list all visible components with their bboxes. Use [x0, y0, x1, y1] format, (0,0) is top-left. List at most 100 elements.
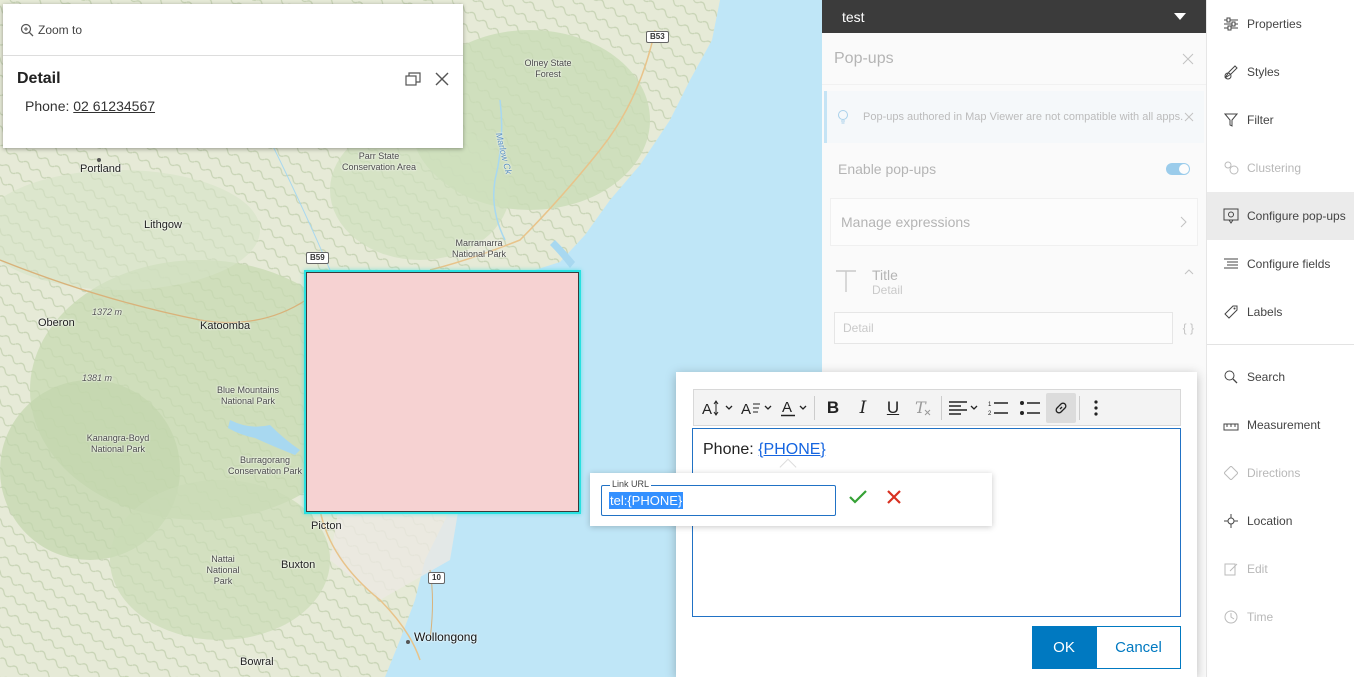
editor-text: Phone:: [703, 441, 754, 458]
zoom-to-label: Zoom to: [38, 22, 83, 37]
chevron-down-icon: [799, 405, 807, 410]
editor-link[interactable]: {PHONE}: [758, 441, 826, 458]
popup-config-icon: [1223, 208, 1239, 224]
svg-text:1: 1: [988, 402, 992, 408]
title-input[interactable]: Detail: [834, 312, 1173, 344]
place-elevation-1381: 1381 m: [82, 373, 113, 383]
rich-text-toolbar: A A A B I U T 12: [693, 389, 1181, 426]
font-size-icon: A: [702, 399, 719, 416]
selected-polygon-feature[interactable]: [306, 272, 579, 512]
font-color-button[interactable]: A: [776, 393, 811, 423]
svg-text:A: A: [702, 401, 712, 416]
enable-popups-toggle[interactable]: [1166, 163, 1190, 175]
italic-button[interactable]: I: [848, 393, 878, 423]
fields-icon: [1223, 256, 1239, 272]
title-element[interactable]: Title Detail: [822, 258, 1206, 308]
menu-item-clustering[interactable]: Clustering: [1207, 144, 1354, 192]
menu-item-search[interactable]: Search: [1207, 353, 1354, 401]
menu-item-label: Labels: [1247, 305, 1283, 319]
ok-button[interactable]: OK: [1032, 626, 1096, 669]
menu-item-label: Location: [1247, 514, 1293, 528]
place-parr: Parr State Conservation Area: [341, 151, 417, 172]
manage-expressions-label: Manage expressions: [841, 214, 971, 230]
menu-item-label: Filter: [1247, 113, 1274, 127]
font-family-icon: A: [741, 401, 760, 416]
enable-popups-label: Enable pop-ups: [838, 161, 937, 177]
toolbar-divider: [1079, 395, 1080, 420]
menu-item-label: Clustering: [1247, 161, 1302, 175]
cancel-button[interactable]: Cancel: [1096, 626, 1181, 669]
link-url-value: tel:{PHONE}: [609, 492, 684, 509]
menu-item-edit[interactable]: Edit: [1207, 545, 1354, 593]
svg-text:2: 2: [988, 411, 992, 416]
dismiss-notice-icon[interactable]: [1184, 112, 1194, 122]
menu-item-measurement[interactable]: Measurement: [1207, 401, 1354, 449]
place-buxton: Buxton: [281, 559, 316, 571]
place-marramarra: Marramarra National Park: [451, 238, 507, 259]
route-shield-b59: B59: [306, 252, 329, 264]
lightbulb-icon: [838, 110, 848, 124]
manage-expressions-button[interactable]: Manage expressions: [830, 198, 1198, 246]
link-button[interactable]: [1046, 392, 1076, 423]
settings-menu: Properties Styles Filter Clustering Conf…: [1206, 0, 1354, 677]
menu-item-location[interactable]: Location: [1207, 497, 1354, 545]
dock-icon[interactable]: [405, 72, 421, 86]
menu-item-label: Configure pop-ups: [1247, 209, 1346, 223]
menu-item-styles[interactable]: Styles: [1207, 48, 1354, 96]
menu-item-label: Measurement: [1247, 418, 1321, 432]
place-olney: Olney State Forest: [524, 58, 572, 79]
layer-selector[interactable]: test: [822, 0, 1206, 33]
zoom-to-button[interactable]: Zoom to: [3, 4, 463, 56]
phone-link[interactable]: 02 61234567: [73, 98, 155, 114]
font-family-button[interactable]: A: [737, 393, 776, 423]
text-element-icon: [836, 270, 856, 292]
link-icon: [1055, 402, 1067, 413]
crosshair-icon: [1223, 513, 1239, 529]
numbered-list-button[interactable]: 12: [982, 393, 1014, 423]
more-options-button[interactable]: [1083, 393, 1109, 423]
place-elevation-1372: 1372 m: [92, 307, 123, 317]
font-color-icon: A: [781, 399, 795, 416]
menu-item-labels[interactable]: Labels: [1207, 288, 1354, 336]
svg-text:A: A: [782, 399, 792, 416]
directions-icon: [1223, 465, 1239, 481]
place-burragorang: Burragorang Conservation Park: [227, 455, 303, 476]
menu-item-configure-fields[interactable]: Configure fields: [1207, 240, 1354, 288]
styles-icon: [1223, 64, 1239, 80]
menu-item-time[interactable]: Time: [1207, 593, 1354, 641]
place-nattai: Nattai National Park: [206, 554, 240, 586]
confirm-check-icon[interactable]: [848, 489, 868, 505]
bullet-list-button[interactable]: [1014, 393, 1046, 423]
insert-field-braces[interactable]: { }: [1183, 321, 1194, 335]
place-wollongong: Wollongong: [414, 630, 478, 644]
menu-item-properties[interactable]: Properties: [1207, 0, 1354, 48]
toolbar-divider: [814, 395, 815, 420]
remove-format-icon: T: [915, 399, 931, 417]
city-dot: [406, 640, 410, 644]
toolbar-divider: [941, 395, 942, 420]
bold-button[interactable]: B: [818, 393, 848, 423]
chevron-down-icon: [1174, 12, 1186, 20]
title-element-sublabel: Detail: [872, 283, 903, 297]
menu-divider: [1207, 344, 1354, 345]
close-icon[interactable]: [435, 72, 449, 86]
zoom-in-icon: [20, 23, 34, 36]
chevron-up-icon[interactable]: [1184, 268, 1194, 276]
cancel-x-icon[interactable]: [886, 489, 902, 505]
remove-format-button[interactable]: T: [908, 393, 938, 423]
menu-item-label: Directions: [1247, 466, 1301, 480]
bullet-list-icon: [1020, 400, 1040, 415]
menu-item-filter[interactable]: Filter: [1207, 96, 1354, 144]
align-button[interactable]: [945, 393, 982, 423]
underline-button[interactable]: U: [878, 393, 908, 423]
numbered-list-icon: 12: [988, 402, 1008, 416]
search-icon: [1223, 369, 1239, 385]
close-panel-icon[interactable]: [1182, 53, 1194, 65]
menu-item-configure-popups[interactable]: Configure pop-ups: [1207, 192, 1354, 240]
panel-title: Pop-ups: [834, 49, 894, 67]
chevron-down-icon: [725, 405, 733, 410]
menu-item-directions[interactable]: Directions: [1207, 449, 1354, 497]
link-url-input[interactable]: Link URL tel:{PHONE}: [601, 479, 836, 516]
font-size-button[interactable]: A: [698, 393, 737, 423]
edit-icon: [1223, 561, 1239, 577]
